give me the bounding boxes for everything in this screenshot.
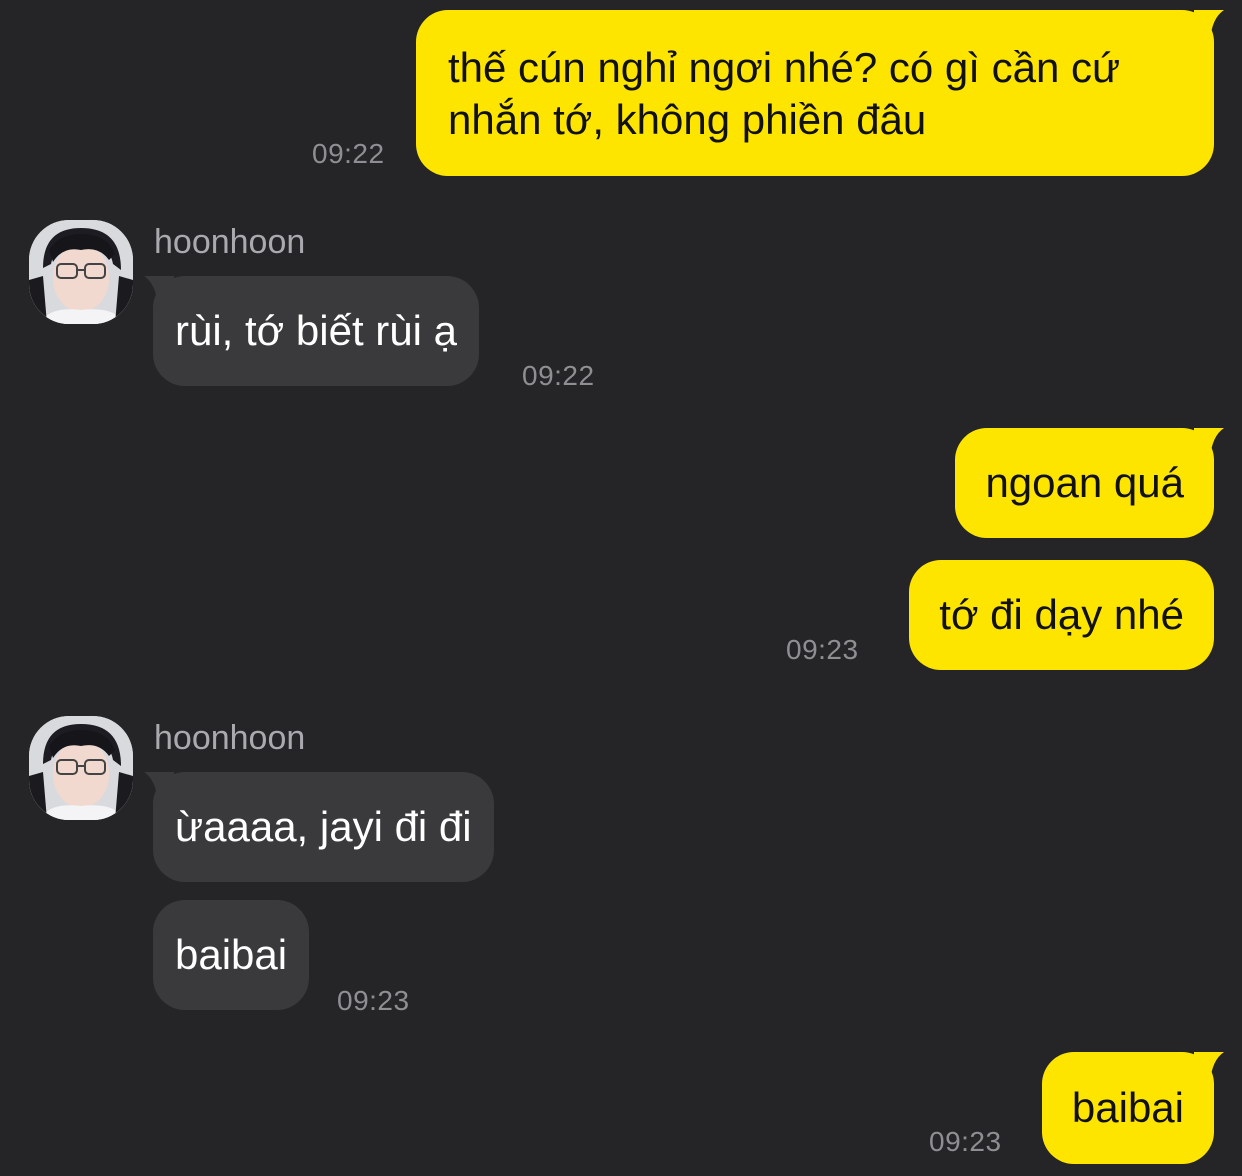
message-timestamp: 09:22: [522, 360, 595, 391]
contact-avatar[interactable]: [29, 716, 133, 820]
profile-photo-icon: [29, 716, 133, 820]
sent-message-bubble[interactable]: baibai: [1041, 1052, 1214, 1164]
sent-message-bubble[interactable]: tớ đi dạy nhé: [909, 560, 1214, 670]
message-text: baibai: [1071, 1084, 1184, 1131]
bubble-tail-icon: [1194, 10, 1224, 40]
message-text: tớ đi dạy nhé: [939, 591, 1184, 638]
contact-avatar[interactable]: [29, 220, 133, 324]
sender-name: hoonhoon: [154, 223, 306, 261]
bubble-tail-icon: [1194, 428, 1224, 458]
message-timestamp: 09:22: [312, 138, 385, 169]
message-text: thế cún nghỉ ngơi nhé? có gì cần cứ nhắn…: [448, 44, 1121, 143]
bubble-tail-icon: [1194, 1052, 1224, 1082]
message-text: ừaaaa, jayi đi đi: [175, 803, 472, 850]
received-message-bubble[interactable]: baibai: [153, 900, 310, 1010]
message-text: ngoan quá: [985, 459, 1184, 506]
message-timestamp: 09:23: [929, 1126, 1002, 1157]
message-timestamp: 09:23: [786, 634, 859, 665]
message-text: rùi, tớ biết rùi ạ: [175, 307, 457, 354]
received-message-bubble[interactable]: rùi, tớ biết rùi ạ: [153, 276, 479, 386]
profile-photo-icon: [29, 220, 133, 324]
sent-message-bubble[interactable]: ngoan quá: [955, 428, 1214, 538]
sent-message-bubble[interactable]: thế cún nghỉ ngơi nhé? có gì cần cứ nhắn…: [416, 10, 1214, 176]
message-timestamp: 09:23: [337, 985, 410, 1016]
received-message-bubble[interactable]: ừaaaa, jayi đi đi: [153, 772, 494, 882]
chat-thread[interactable]: thế cún nghỉ ngơi nhé? có gì cần cứ nhắn…: [0, 0, 1242, 1176]
sender-name: hoonhoon: [154, 719, 306, 757]
message-text: baibai: [175, 931, 288, 978]
